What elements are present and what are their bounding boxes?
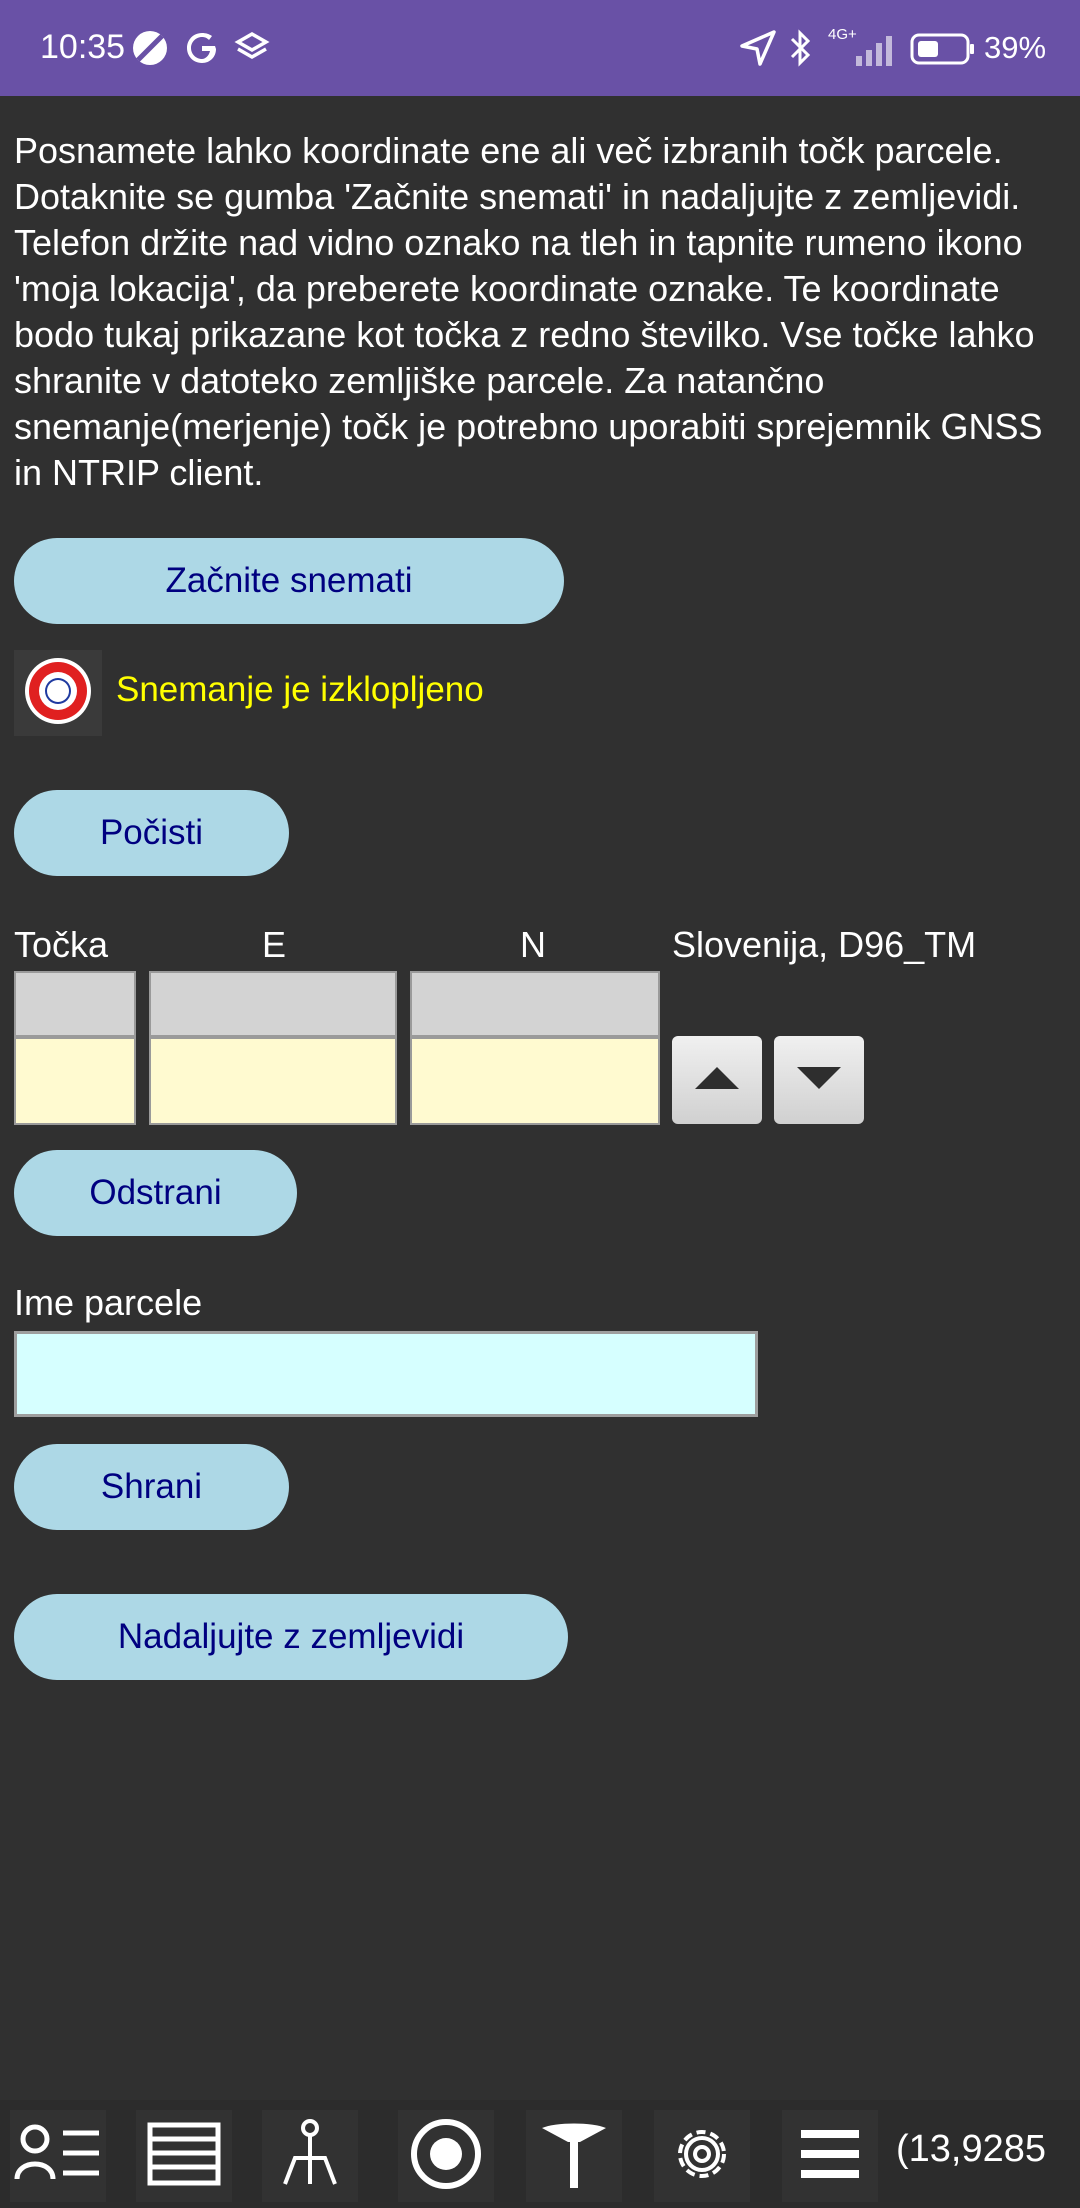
moon-icon <box>130 28 170 73</box>
layers-button[interactable] <box>136 2110 232 2202</box>
record-button[interactable] <box>398 2110 494 2202</box>
status-bar: 10:35 4G+ 39% <box>0 0 1080 96</box>
record-status-icon-box[interactable] <box>14 650 102 736</box>
column-point-header: Točka <box>14 924 109 965</box>
continue-maps-button[interactable]: Nadaljujte z zemljevidi <box>14 1594 568 1680</box>
parcel-name-label: Ime parcele <box>14 1282 203 1323</box>
bluetooth-icon <box>786 28 816 73</box>
location-arrow-icon <box>738 28 778 73</box>
layers-list-icon <box>146 2121 222 2192</box>
save-button[interactable]: Shrani <box>14 1444 289 1530</box>
record-icon <box>409 2117 483 2196</box>
gear-icon <box>666 2118 738 2195</box>
battery-percent: 39% <box>984 30 1047 65</box>
triangle-up-icon <box>691 1063 743 1098</box>
battery-icon <box>910 32 976 71</box>
column-n-header: N <box>520 924 546 965</box>
signal-icon: 4G+ <box>826 26 896 73</box>
remove-button[interactable]: Odstrani <box>14 1150 297 1236</box>
tripod-icon <box>536 2116 612 2197</box>
record-icon <box>22 655 94 732</box>
point-value-cell[interactable] <box>14 1037 136 1125</box>
settings-button[interactable] <box>654 2110 750 2202</box>
survey-point-icon <box>275 2118 345 2195</box>
crs-label: Slovenija, D96_TM <box>672 924 977 965</box>
list-button[interactable] <box>10 2110 106 2202</box>
survey-point-button[interactable] <box>262 2110 358 2202</box>
scroll-up-button[interactable] <box>672 1036 762 1124</box>
column-e-header: E <box>262 924 287 965</box>
clear-button[interactable]: Počisti <box>14 790 289 876</box>
scroll-down-button[interactable] <box>774 1036 864 1124</box>
menu-button[interactable] <box>782 2110 878 2202</box>
parcel-name-input[interactable] <box>14 1331 758 1417</box>
list-icon <box>13 2119 103 2194</box>
status-time: 10:35 <box>40 28 126 66</box>
coordinate-readout: (13,9285 <box>896 2128 1047 2170</box>
layers-icon <box>232 28 272 73</box>
e-value-cell[interactable] <box>149 1037 397 1125</box>
n-value-cell[interactable] <box>410 1037 660 1125</box>
e-header-cell <box>149 971 397 1037</box>
google-icon <box>182 28 222 73</box>
menu-icon <box>797 2126 863 2187</box>
triangle-down-icon <box>793 1063 845 1098</box>
n-header-cell <box>410 971 660 1037</box>
intro-text: Posnamete lahko koordinate ene ali več i… <box>14 130 1043 493</box>
point-header-cell <box>14 971 136 1037</box>
tripod-button[interactable] <box>526 2110 622 2202</box>
recording-status-text: Snemanje je izklopljeno <box>116 670 484 709</box>
start-recording-button[interactable]: Začnite snemati <box>14 538 564 624</box>
